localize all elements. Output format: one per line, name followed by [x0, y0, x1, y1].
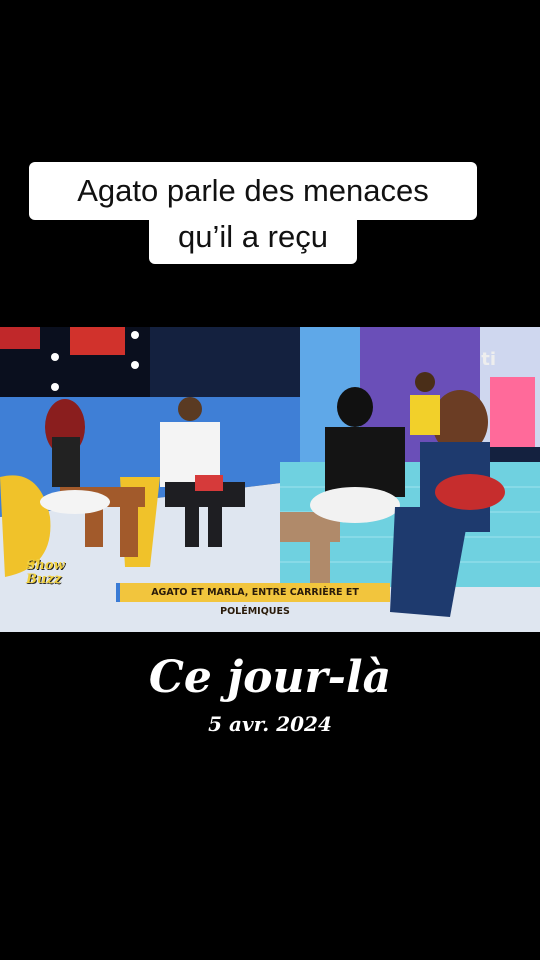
memory-date: 5 avr. 2024 [208, 712, 332, 736]
caption-line-2: qu’il a reçu [149, 214, 357, 264]
memory-title: Ce jour-là [148, 652, 392, 703]
caption-line-1: Agato parle des menaces [29, 162, 477, 220]
lower-third-banner: AGATO ET MARLA, ENTRE CARRIÈRE ET POLÉMI… [116, 583, 390, 617]
video-frame[interactable]: ti Show Buzz AGATO ET MARLA, ENTRE CARRI… [0, 327, 540, 632]
show-logo: Show Buzz [26, 558, 65, 587]
channel-watermark: ti [481, 349, 496, 370]
